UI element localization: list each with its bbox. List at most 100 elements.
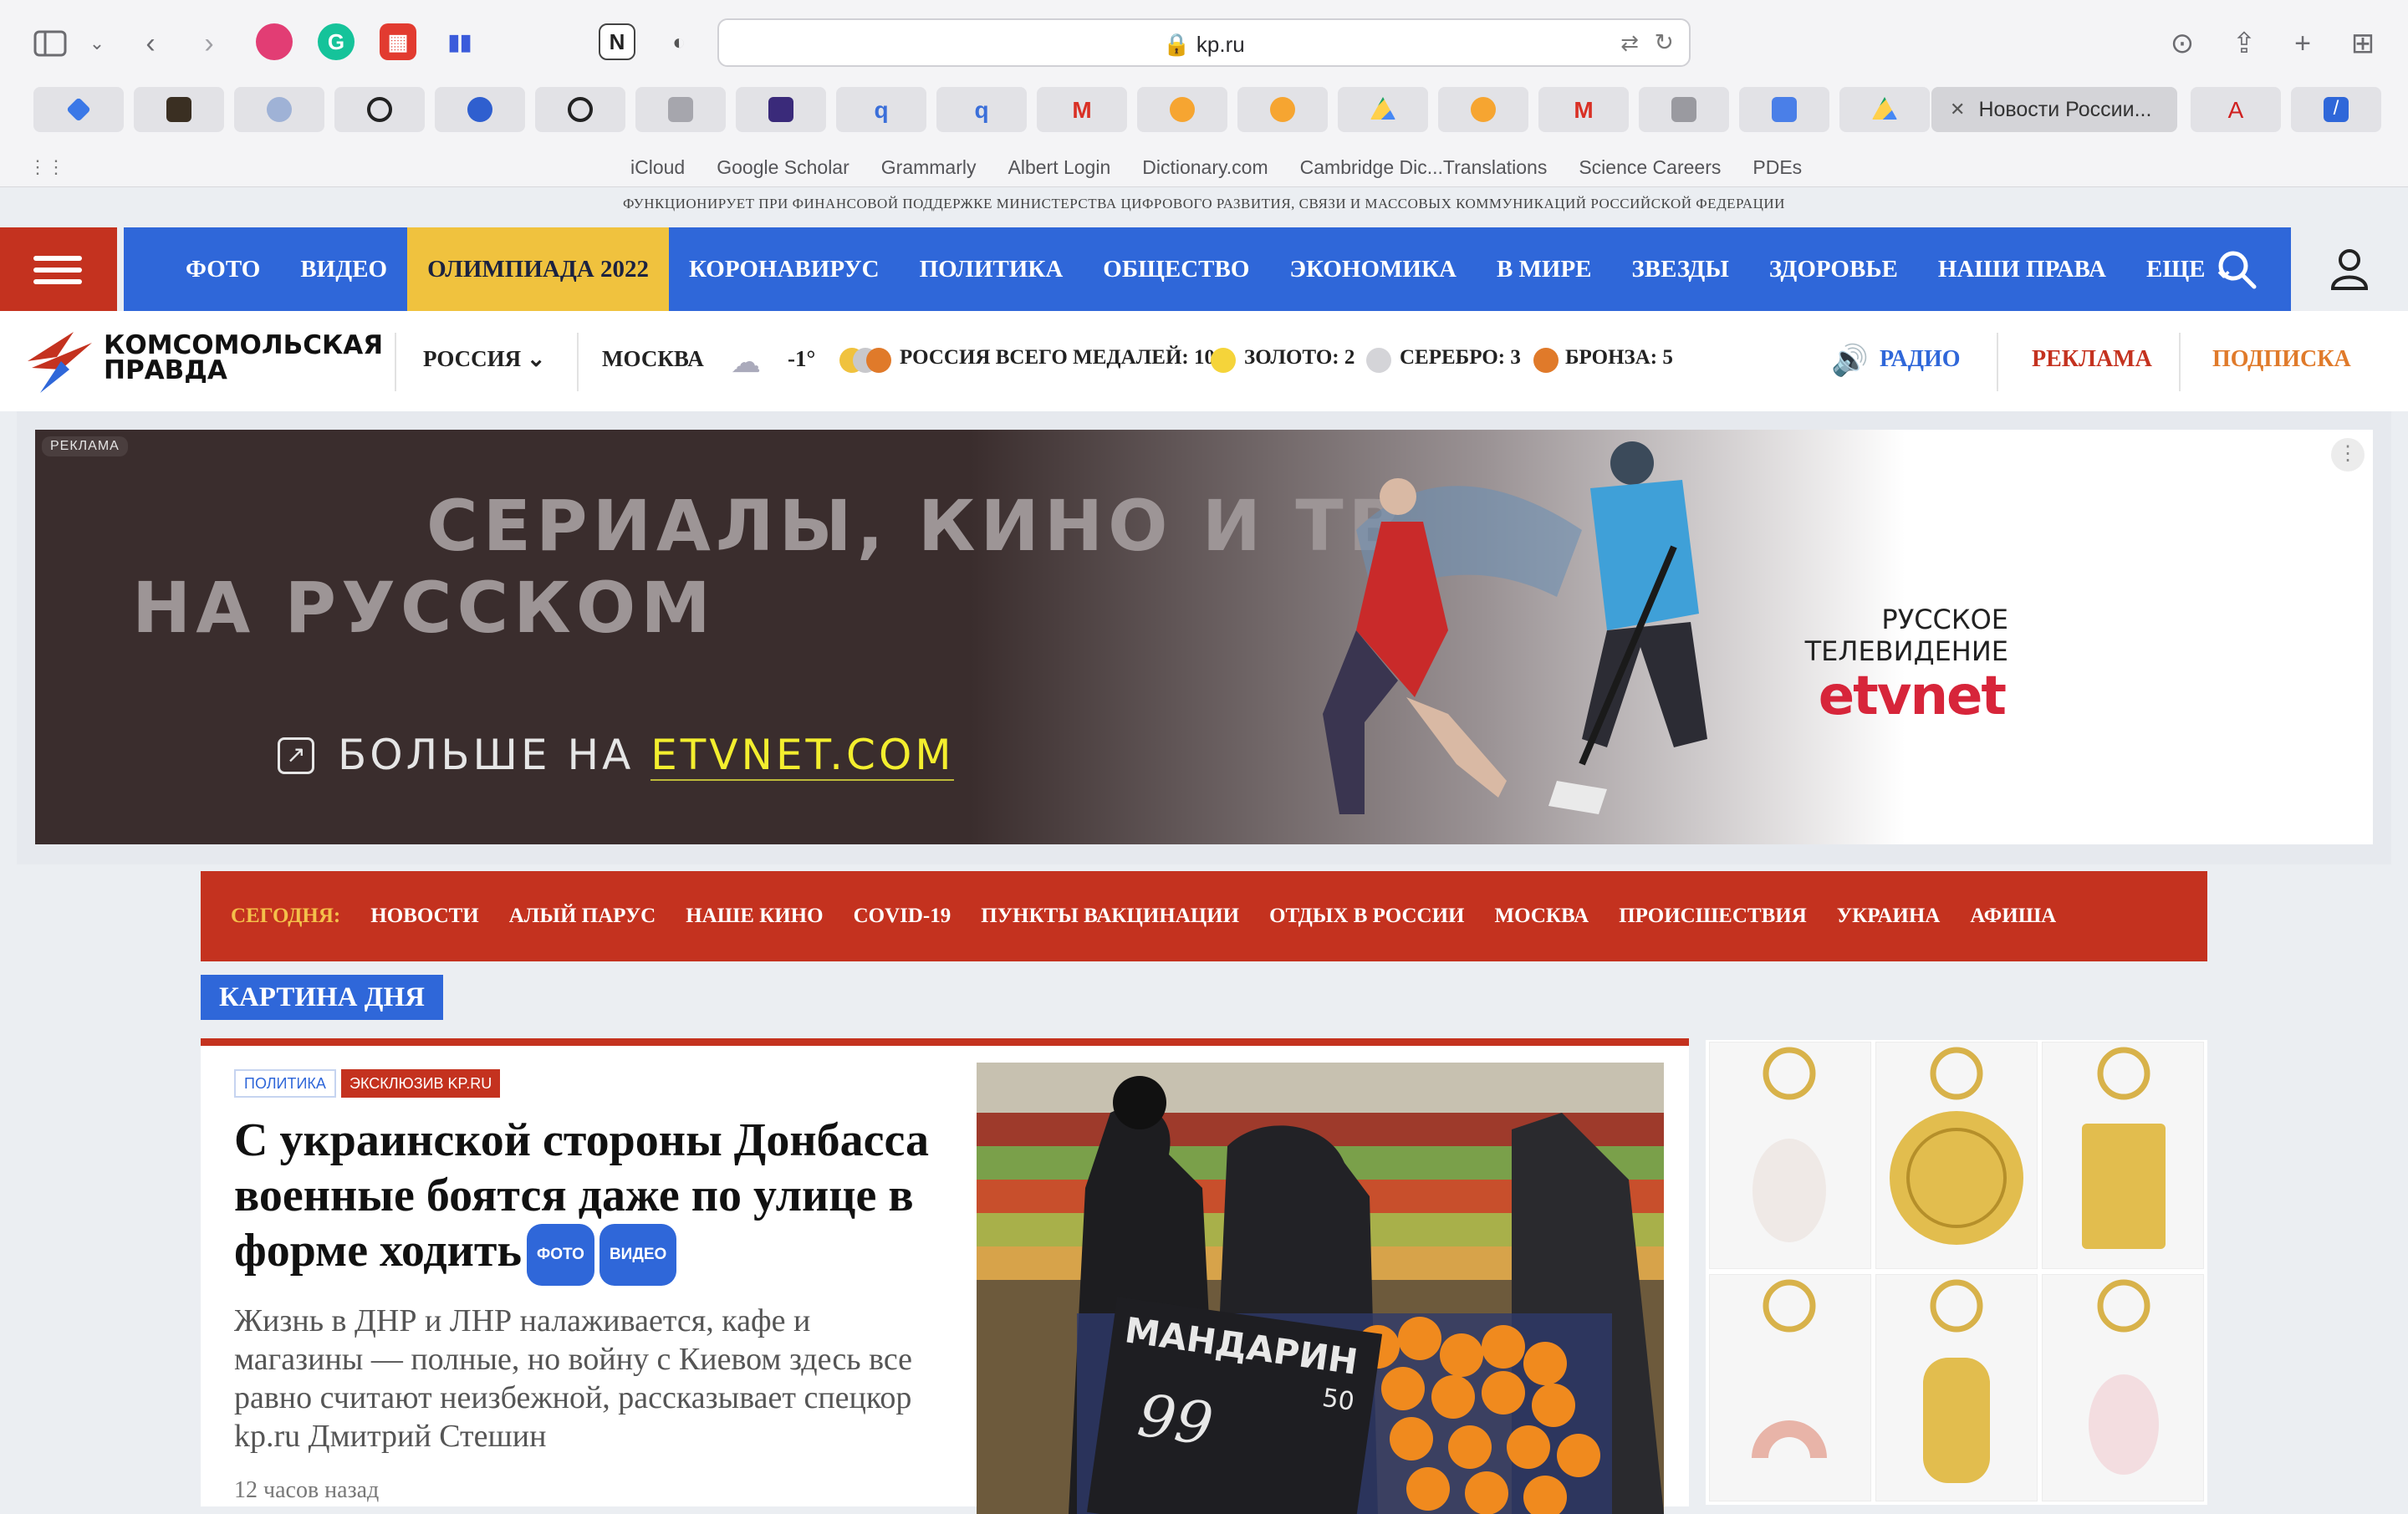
video-pill[interactable]: ВИДЕО bbox=[599, 1224, 677, 1287]
article-photo[interactable]: МАНДАРИН 50 99 bbox=[977, 1063, 1664, 1514]
logo[interactable]: КОМСОМОЛЬСКАЯ ПРАВДА bbox=[23, 328, 383, 399]
top-navigation: ФОТО ВИДЕО ОЛИМПИАДА 2022 КОРОНАВИРУС ПОЛИТИ… bbox=[0, 227, 2408, 311]
bookmark-item[interactable]: iCloud bbox=[630, 156, 685, 179]
tab[interactable]: q bbox=[836, 87, 926, 132]
user-icon[interactable] bbox=[2308, 227, 2391, 311]
gold-dot bbox=[1211, 348, 1236, 373]
nav-item[interactable]: ЗВЕЗДЫ bbox=[1612, 227, 1749, 311]
shield-icon[interactable]: ◐ bbox=[661, 23, 697, 60]
today-link[interactable]: АЛЫЙ ПАРУС bbox=[509, 905, 656, 928]
ads-link[interactable]: РЕКЛАМА bbox=[2032, 346, 2152, 373]
nav-item[interactable]: ПОЛИТИКА bbox=[900, 227, 1084, 311]
tab[interactable]: M bbox=[1538, 87, 1629, 132]
main-article-card[interactable]: ПОЛИТИКА ЭКСКЛЮЗИВ KP.RU С украинской ст… bbox=[201, 1038, 1689, 1514]
today-link[interactable]: ПРОИСШЕСТВИЯ bbox=[1619, 905, 1807, 928]
tab[interactable]: A bbox=[2191, 87, 2281, 132]
nav-item[interactable]: ВИДЕО bbox=[280, 227, 407, 311]
tab[interactable]: / bbox=[2291, 87, 2381, 132]
side-ad[interactable]: ⓘ ✕ bbox=[1706, 1040, 2207, 1505]
bookmark-item[interactable]: Dictionary.com bbox=[1142, 156, 1268, 179]
today-link[interactable]: НАШЕ КИНО bbox=[686, 905, 823, 928]
search-icon[interactable] bbox=[2182, 227, 2291, 311]
bookmark-item[interactable]: Google Scholar bbox=[717, 156, 849, 179]
new-tab-icon[interactable]: + bbox=[2283, 23, 2323, 64]
nav-item[interactable]: В МИРЕ bbox=[1477, 227, 1612, 311]
today-link[interactable]: АФИША bbox=[1970, 905, 2056, 928]
nav-item[interactable]: ОБЩЕСТВО bbox=[1083, 227, 1269, 311]
tab-favicon bbox=[367, 97, 392, 122]
reload-icon[interactable]: ↻ bbox=[1655, 28, 1674, 56]
tab[interactable] bbox=[1438, 87, 1528, 132]
today-link[interactable]: УКРАИНА bbox=[1837, 905, 1941, 928]
tab-active[interactable]: ✕ Новости России... bbox=[1931, 87, 2177, 132]
forward-icon[interactable]: › bbox=[189, 23, 229, 64]
tab[interactable] bbox=[1639, 87, 1729, 132]
tab[interactable]: q bbox=[936, 87, 1027, 132]
ad-banner[interactable]: РЕКЛАМА СЕРИАЛЫ, КИНО И ТВ НА РУССКОМ ↗ … bbox=[35, 430, 2373, 844]
ad-headline-2: НА РУССКОМ bbox=[132, 567, 716, 649]
medals-total: РОССИЯ ВСЕГО МЕДАЛЕЙ: 10 bbox=[900, 346, 1215, 369]
nav-item[interactable]: ЭКОНОМИКА bbox=[1269, 227, 1477, 311]
translate-icon[interactable]: ⇄ bbox=[1620, 30, 1639, 56]
today-link[interactable]: МОСКВА bbox=[1495, 905, 1589, 928]
extension-red-icon[interactable]: ▦ bbox=[380, 23, 416, 60]
extension-pink-icon[interactable] bbox=[256, 23, 293, 60]
tab[interactable] bbox=[234, 87, 324, 132]
region-selector[interactable]: РОССИЯ ⌄ bbox=[423, 346, 546, 372]
tab[interactable] bbox=[1137, 87, 1227, 132]
speaker-icon[interactable]: 🔊 bbox=[1831, 343, 1869, 378]
silver-count: СЕРЕБРО: 3 bbox=[1400, 346, 1521, 369]
tab[interactable] bbox=[736, 87, 826, 132]
bookmark-item[interactable]: Cambridge Dic...Translations bbox=[1300, 156, 1548, 179]
logo-line2: ПРАВДА bbox=[104, 355, 227, 385]
today-link[interactable]: ОТДЫХ В РОССИИ bbox=[1269, 905, 1464, 928]
close-tab-icon[interactable]: ✕ bbox=[1950, 99, 1965, 120]
tab-overview-icon[interactable]: ⊞ bbox=[2343, 23, 2383, 64]
bookmark-item[interactable]: Science Careers bbox=[1579, 156, 1721, 179]
apps-grid-icon[interactable]: ⋮⋮ bbox=[28, 156, 65, 178]
nav-item[interactable]: ФОТО bbox=[166, 227, 280, 311]
chevron-down-icon[interactable]: ⌄ bbox=[77, 23, 117, 64]
tab[interactable] bbox=[1237, 87, 1328, 132]
nav-item[interactable]: НАШИ ПРАВА bbox=[1918, 227, 2126, 311]
nav-item[interactable]: КОРОНАВИРУС bbox=[669, 227, 900, 311]
ad-options-icon[interactable]: ⋮ bbox=[2331, 438, 2365, 472]
tab[interactable] bbox=[535, 87, 625, 132]
nav-item[interactable]: ОЛИМПИАДА 2022 bbox=[407, 227, 669, 311]
bookmark-item[interactable]: PDEs bbox=[1752, 156, 1802, 179]
category-tag[interactable]: ПОЛИТИКА bbox=[234, 1069, 336, 1098]
downloads-icon[interactable]: ⊙ bbox=[2162, 23, 2202, 64]
article-headline[interactable]: С украинской стороны Донбасса военные бо… bbox=[234, 1113, 953, 1287]
price-sign-price: 99 bbox=[1134, 1381, 1217, 1460]
tab[interactable] bbox=[635, 87, 726, 132]
tab[interactable] bbox=[1739, 87, 1829, 132]
radio-link[interactable]: РАДИО bbox=[1880, 346, 1961, 373]
tab[interactable] bbox=[134, 87, 224, 132]
address-bar[interactable]: 🔒 kp.ru ⇄ ↻ bbox=[717, 18, 1691, 67]
exclusive-tag[interactable]: ЭКСКЛЮЗИВ KP.RU bbox=[341, 1069, 501, 1098]
sidebar-toggle-icon[interactable] bbox=[30, 23, 70, 64]
tab[interactable] bbox=[1839, 87, 1930, 132]
grammarly-icon[interactable]: G bbox=[318, 23, 355, 60]
back-icon[interactable]: ‹ bbox=[130, 23, 171, 64]
today-link[interactable]: ПУНКТЫ ВАКЦИНАЦИИ bbox=[981, 905, 1239, 928]
bookmark-item[interactable]: Albert Login bbox=[1008, 156, 1111, 179]
bronze-count: БРОНЗА: 5 bbox=[1565, 346, 1673, 369]
bookmark-item[interactable]: Grammarly bbox=[881, 156, 977, 179]
nav-item[interactable]: ЗДОРОВЬЕ bbox=[1749, 227, 1918, 311]
tab[interactable] bbox=[435, 87, 525, 132]
notion-icon[interactable]: N bbox=[599, 23, 635, 60]
tab[interactable] bbox=[33, 87, 124, 132]
today-link[interactable]: НОВОСТИ bbox=[370, 905, 479, 928]
tab[interactable] bbox=[1338, 87, 1428, 132]
tab[interactable] bbox=[334, 87, 425, 132]
share-icon[interactable]: ⇪ bbox=[2224, 23, 2264, 64]
ad-cta[interactable]: БОЛЬШЕ НА ETVNET.COM bbox=[338, 731, 955, 781]
today-link[interactable]: COVID-19 bbox=[854, 905, 951, 928]
menu-button[interactable] bbox=[0, 227, 117, 311]
photo-pill[interactable]: ФОТО bbox=[527, 1224, 594, 1287]
tab[interactable]: M bbox=[1037, 87, 1127, 132]
tab-favicon bbox=[166, 97, 191, 122]
extension-chart-icon[interactable]: ▮▮ bbox=[441, 23, 478, 60]
subscribe-link[interactable]: ПОДПИСКА bbox=[2212, 346, 2351, 373]
